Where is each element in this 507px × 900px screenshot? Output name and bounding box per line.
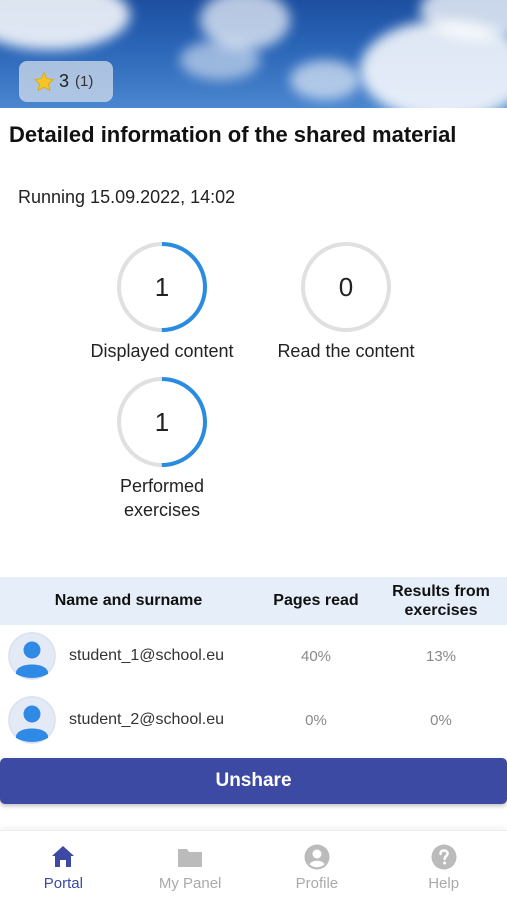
- pages-read-value: 0%: [305, 711, 327, 729]
- help-icon: [431, 844, 457, 870]
- user-avatar-icon: [8, 696, 56, 744]
- stat-value: 1: [154, 271, 170, 302]
- nav-label: Portal: [43, 875, 83, 892]
- nav-item-portal[interactable]: Portal: [0, 831, 127, 900]
- stat-value: 1: [154, 406, 170, 437]
- star-icon: [33, 71, 55, 91]
- nav-label: My Panel: [158, 875, 222, 892]
- status-text: Running 15.09.2022, 14:02: [18, 187, 236, 207]
- column-header-line: exercises: [404, 602, 478, 619]
- column-header-line: Results from: [392, 583, 490, 600]
- header-banner: 3 (1): [0, 0, 507, 108]
- stat-label-line: exercises: [123, 500, 201, 520]
- unshare-button[interactable]: Unshare: [0, 758, 507, 804]
- nav-item-my-panel[interactable]: My Panel: [127, 831, 254, 900]
- nav-item-profile[interactable]: Profile: [254, 831, 381, 900]
- nav-item-help[interactable]: Help: [380, 831, 507, 900]
- progress-ring: 1: [116, 376, 208, 468]
- column-header-results: Results from exercises: [375, 582, 507, 620]
- nav-label: Help: [428, 875, 460, 892]
- rating-value: 3: [59, 71, 70, 91]
- table-row[interactable]: student_1@school.eu 40% 13%: [0, 625, 507, 687]
- progress-ring: 1: [116, 241, 208, 333]
- student-email: student_2@school.eu: [69, 711, 225, 728]
- stat-value: 0: [338, 271, 354, 302]
- nav-label: Profile: [295, 875, 339, 892]
- avatar: [8, 632, 56, 680]
- bottom-navigation: Portal My Panel Profile Help: [0, 830, 507, 900]
- stat-label: Performed exercises: [72, 474, 252, 522]
- stat-label: Read the content: [277, 341, 415, 361]
- user-avatar-icon: [8, 632, 56, 680]
- stat-read-content: 0 Read the content: [256, 241, 436, 363]
- stat-performed-exercises: 1 Performed exercises: [72, 376, 252, 522]
- table-row[interactable]: student_2@school.eu 0% 0%: [0, 689, 507, 751]
- rating-badge: 3 (1): [19, 61, 113, 102]
- folder-icon: [178, 849, 203, 867]
- progress-ring: 0: [300, 241, 392, 333]
- page-title: Detailed information of the shared mater…: [9, 122, 457, 147]
- rating-count: (1): [75, 73, 94, 90]
- avatar: [8, 696, 56, 744]
- profile-icon: [304, 844, 330, 870]
- pages-read-value: 40%: [300, 647, 332, 665]
- table-header: Name and surname Pages read Results from…: [0, 577, 507, 625]
- stat-label-line: Performed: [119, 476, 205, 496]
- stat-displayed-content: 1 Displayed content: [72, 241, 252, 363]
- column-header-name: Name and surname: [54, 592, 203, 609]
- results-value: 0%: [430, 711, 452, 729]
- home-icon: [52, 846, 75, 867]
- results-value: 13%: [425, 647, 457, 665]
- column-header-pages: Pages read: [273, 592, 359, 609]
- student-email: student_1@school.eu: [69, 647, 225, 664]
- stat-label: Displayed content: [90, 341, 234, 361]
